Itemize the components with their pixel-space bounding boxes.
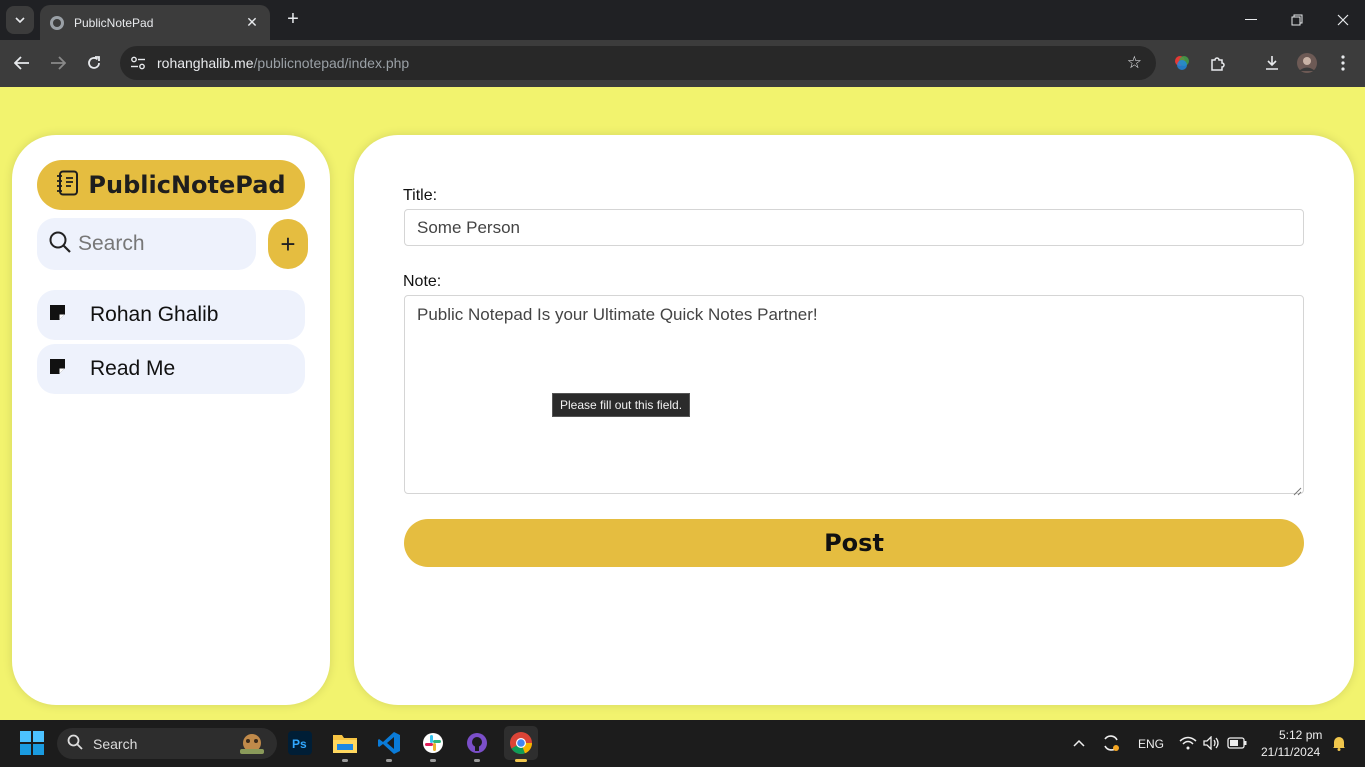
add-note-button[interactable]: + (268, 219, 308, 269)
clock-time[interactable]: 5:12 pm (1279, 728, 1322, 742)
sidebar: PublicNotePad + Rohan Ghalib Read Me (12, 135, 330, 705)
reload-icon[interactable] (81, 50, 107, 76)
chrome-icon[interactable] (504, 726, 538, 762)
running-indicator (430, 759, 436, 762)
tab-title: PublicNotePad (74, 15, 154, 30)
notification-bell-icon[interactable] (1330, 726, 1348, 760)
clock-date[interactable]: 21/11/2024 (1261, 745, 1320, 759)
browser-tab-bar: PublicNotePad ✕ + (0, 0, 1365, 40)
notebook-icon (56, 170, 80, 201)
app-logo-text: PublicNotePad (88, 171, 286, 199)
file-explorer-icon[interactable] (328, 726, 362, 762)
url-path: /publicnotepad/index.php (253, 55, 410, 71)
show-hidden-icons-chevron-icon[interactable] (1066, 726, 1092, 760)
photoshop-icon[interactable]: Ps (283, 726, 317, 760)
minimize-icon[interactable] (1228, 0, 1274, 40)
resize-grip-icon[interactable] (1293, 483, 1302, 496)
browser-toolbar: rohanghalib.me/publicnotepad/index.php ☆ (0, 40, 1365, 87)
volume-icon[interactable] (1201, 726, 1223, 760)
search-box (37, 218, 256, 270)
battery-icon[interactable] (1225, 726, 1249, 760)
tab-close-icon[interactable]: ✕ (244, 14, 260, 31)
active-indicator (515, 759, 527, 762)
language-indicator[interactable]: ENG (1138, 737, 1164, 751)
profile-avatar-icon[interactable] (1296, 52, 1318, 74)
note-item-read-me[interactable]: Read Me (37, 344, 305, 394)
vscode-icon[interactable] (372, 726, 406, 762)
note-textarea[interactable]: Public Notepad Is your Ultimate Quick No… (404, 295, 1304, 494)
close-window-icon[interactable] (1320, 0, 1365, 40)
forward-icon[interactable] (45, 50, 71, 76)
globe-icon (50, 15, 64, 30)
title-label: Title: (403, 187, 438, 204)
github-desktop-icon[interactable] (460, 726, 494, 762)
restore-icon[interactable] (1274, 0, 1320, 40)
windows-taskbar: Search Ps ENG 5:12 pm 21/11/2024 (0, 720, 1365, 767)
validation-tooltip: Please fill out this field. (552, 393, 691, 417)
tab-search-chevron-icon[interactable] (6, 6, 34, 34)
page-content: PublicNotePad + Rohan Ghalib Read Me Tit… (0, 87, 1365, 720)
sync-icon[interactable] (1098, 726, 1124, 760)
note-item-label: Rohan Ghalib (90, 303, 219, 326)
svg-text:Ps: Ps (292, 737, 307, 751)
taskbar-search[interactable]: Search (57, 728, 277, 759)
note-editor: Title: Note: Public Notepad Is your Ulti… (354, 135, 1354, 705)
new-tab-icon[interactable]: + (282, 8, 304, 30)
note-label: Note: (403, 273, 442, 290)
search-highlight-icon (237, 731, 267, 758)
url-host: rohanghalib.me (157, 55, 254, 71)
running-indicator (386, 759, 392, 762)
site-settings-icon[interactable] (128, 53, 148, 73)
search-input[interactable] (78, 232, 238, 256)
windows-start-icon[interactable] (15, 726, 49, 760)
search-icon (67, 734, 83, 753)
title-input[interactable] (404, 209, 1304, 246)
note-item-rohan-ghalib[interactable]: Rohan Ghalib (37, 290, 305, 340)
browser-tab[interactable]: PublicNotePad ✕ (40, 5, 270, 40)
back-icon[interactable] (9, 50, 35, 76)
note-item-label: Read Me (90, 357, 176, 380)
app-logo[interactable]: PublicNotePad (37, 160, 305, 210)
taskbar-search-label: Search (93, 735, 138, 752)
wifi-icon[interactable] (1177, 726, 1199, 760)
running-indicator (474, 759, 480, 762)
sticky-note-icon (48, 357, 67, 381)
address-bar[interactable]: rohanghalib.me/publicnotepad/index.php ☆ (120, 46, 1156, 80)
browser-menu-icon[interactable] (1332, 52, 1354, 74)
bookmark-star-icon[interactable]: ☆ (1127, 53, 1142, 73)
sticky-note-icon (48, 303, 67, 327)
download-icon[interactable] (1261, 52, 1283, 74)
post-button[interactable]: Post (404, 519, 1304, 567)
color-extension-icon[interactable] (1171, 52, 1193, 74)
running-indicator (342, 759, 348, 762)
extensions-puzzle-icon[interactable] (1207, 52, 1229, 74)
search-icon (49, 231, 71, 258)
slack-icon[interactable] (416, 726, 450, 762)
